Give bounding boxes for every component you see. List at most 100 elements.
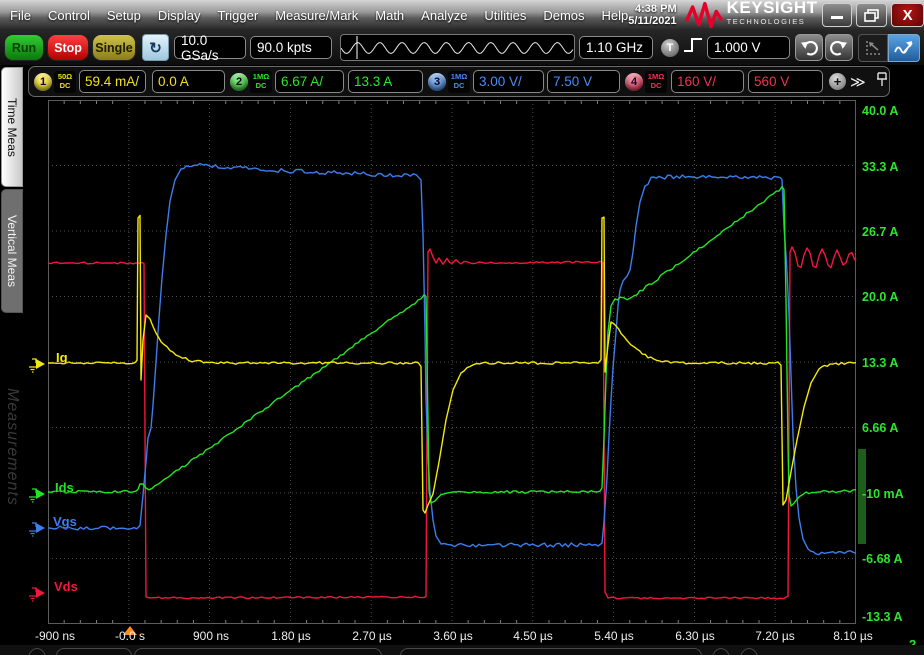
menu-help[interactable]: Help (602, 8, 629, 23)
waveform-preview-icon (341, 35, 574, 60)
clear-display-icon: ↻ (149, 39, 162, 57)
minimize-button[interactable] (822, 3, 853, 27)
channel1-number: 1 (40, 76, 46, 88)
channel3-mode: DC (454, 82, 465, 91)
channel4-scale-field[interactable]: 160 V/ (671, 70, 744, 93)
channel4-button[interactable]: 4 (625, 73, 643, 91)
trigger-source-button[interactable]: T (661, 39, 679, 57)
x-axis-label: -0.0 s (115, 629, 145, 643)
channel2-number: 2 (236, 76, 242, 88)
zoom-box-icon (863, 39, 883, 57)
trace-label-vgs[interactable]: Vgs (53, 514, 77, 529)
trigger-t-icon: T (667, 42, 674, 54)
menu-file[interactable]: File (10, 8, 31, 23)
channel3-scale-field[interactable]: 3.00 V/ (473, 70, 544, 93)
clock: 4:38 PM 5/11/2021 (628, 3, 676, 27)
measurements-ghost-label: Measurements (3, 388, 21, 506)
pin-icon[interactable] (876, 72, 888, 92)
redo-icon (830, 40, 848, 56)
channel1-scale-field[interactable]: 59.4 mA/ (79, 70, 146, 93)
y-axis-label: 20.0 A (862, 290, 898, 304)
waveform-preview[interactable] (340, 34, 575, 61)
y-axis-label: 13.3 A (862, 356, 898, 370)
acquisition-toolbar: Run Stop Single ↻ 10.0 GSa/s 90.0 kpts 1… (0, 30, 924, 66)
waveform-display[interactable] (48, 100, 856, 624)
channel4-offset-field[interactable]: 560 V (748, 70, 823, 93)
single-button[interactable]: Single (92, 34, 136, 61)
restore-icon (864, 9, 880, 22)
y-axis-label: -13.3 A (862, 610, 903, 624)
keysight-logo: KEYSIGHT TECHNOLOGIES (683, 1, 818, 29)
oscilloscope-app: File Control Setup Display Trigger Measu… (0, 0, 924, 655)
ground-marker-ig[interactable] (27, 356, 47, 374)
brand-subtitle: TECHNOLOGIES (727, 15, 818, 29)
channel3-button[interactable]: 3 (428, 73, 446, 91)
menu-setup[interactable]: Setup (107, 8, 141, 23)
x-axis-label: -900 ns (35, 629, 75, 643)
channel2-coupling-badge[interactable]: 1MΩ DC (250, 71, 272, 93)
channel1-mode: DC (60, 82, 71, 91)
results-circle (712, 648, 730, 655)
minimize-icon (830, 10, 844, 20)
expand-chevrons-icon[interactable]: ≫ (850, 73, 864, 91)
run-button[interactable]: Run (4, 34, 44, 61)
close-button[interactable]: X (891, 3, 924, 27)
zoom-box-button[interactable] (858, 34, 888, 62)
tab-vertical-meas[interactable]: Vertical Meas (1, 189, 23, 313)
x-axis-label: 900 ns (193, 629, 229, 643)
channel2-offset-field[interactable]: 13.3 A (348, 70, 423, 93)
stop-button[interactable]: Stop (47, 34, 89, 61)
results-box (134, 648, 382, 655)
clock-date: 5/11/2021 (628, 15, 676, 27)
x-axis-label: 6.30 µs (675, 629, 715, 643)
results-box (400, 648, 702, 655)
rising-edge-icon[interactable] (682, 35, 704, 60)
touch-zoom-button[interactable] (888, 34, 920, 62)
menu-display[interactable]: Display (158, 8, 201, 23)
x-axis-label: 5.40 µs (594, 629, 634, 643)
x-axis-label: 1.80 µs (271, 629, 311, 643)
trigger-level-field[interactable]: 1.000 V (707, 36, 790, 59)
channel2-button[interactable]: 2 (230, 73, 248, 91)
redo-button[interactable] (825, 34, 853, 61)
menu-control[interactable]: Control (48, 8, 90, 23)
menu-math[interactable]: Math (375, 8, 404, 23)
menu-measure-mark[interactable]: Measure/Mark (275, 8, 358, 23)
tab-time-meas[interactable]: Time Meas (1, 67, 23, 187)
channel-bar: 1 50Ω DC 59.4 mA/ 0.0 A 2 1MΩ DC 6.67 A/… (28, 66, 890, 97)
trace-label-ig[interactable]: Ig (56, 350, 68, 365)
channel3-coupling-badge[interactable]: 1MΩ DC (448, 71, 470, 93)
channel1-coupling-badge[interactable]: 50Ω DC (54, 71, 76, 93)
menu-trigger[interactable]: Trigger (217, 8, 258, 23)
channel4-coupling-badge[interactable]: 1MΩ DC (645, 71, 667, 93)
channel2-scale-field[interactable]: 6.67 A/ (275, 70, 344, 93)
add-channel-button[interactable]: + (829, 73, 846, 90)
memory-depth-field[interactable]: 90.0 kpts (250, 36, 332, 59)
trace-label-vds[interactable]: Vds (54, 579, 78, 594)
clear-display-button[interactable]: ↻ (142, 34, 169, 61)
ground-marker-ids[interactable] (27, 486, 47, 504)
channel3-offset-field[interactable]: 7.50 V (547, 70, 620, 93)
undo-button[interactable] (795, 34, 823, 61)
channel3-number: 3 (434, 76, 440, 88)
restore-button[interactable] (856, 3, 887, 27)
results-circle (28, 648, 46, 655)
channel4-number: 4 (631, 76, 637, 88)
channel1-offset-field[interactable]: 0.0 A (152, 70, 225, 93)
ground-marker-vgs[interactable] (27, 520, 47, 538)
results-bar-partial (0, 645, 924, 655)
channel4-mode: DC (651, 82, 662, 91)
channel2-mode: DC (256, 82, 267, 91)
trace-label-ids[interactable]: Ids (55, 480, 74, 495)
undo-icon (800, 40, 818, 56)
x-axis-label: 4.50 µs (513, 629, 553, 643)
x-axis-label: 3.60 µs (433, 629, 473, 643)
menu-bar: File Control Setup Display Trigger Measu… (0, 0, 924, 31)
menu-analyze[interactable]: Analyze (421, 8, 467, 23)
ground-marker-vds[interactable] (27, 585, 47, 603)
sample-rate-field[interactable]: 10.0 GSa/s (174, 36, 246, 59)
channel1-button[interactable]: 1 (34, 73, 52, 91)
menu-demos[interactable]: Demos (543, 8, 584, 23)
bandwidth-field[interactable]: 1.10 GHz (579, 36, 653, 59)
menu-utilities[interactable]: Utilities (484, 8, 526, 23)
